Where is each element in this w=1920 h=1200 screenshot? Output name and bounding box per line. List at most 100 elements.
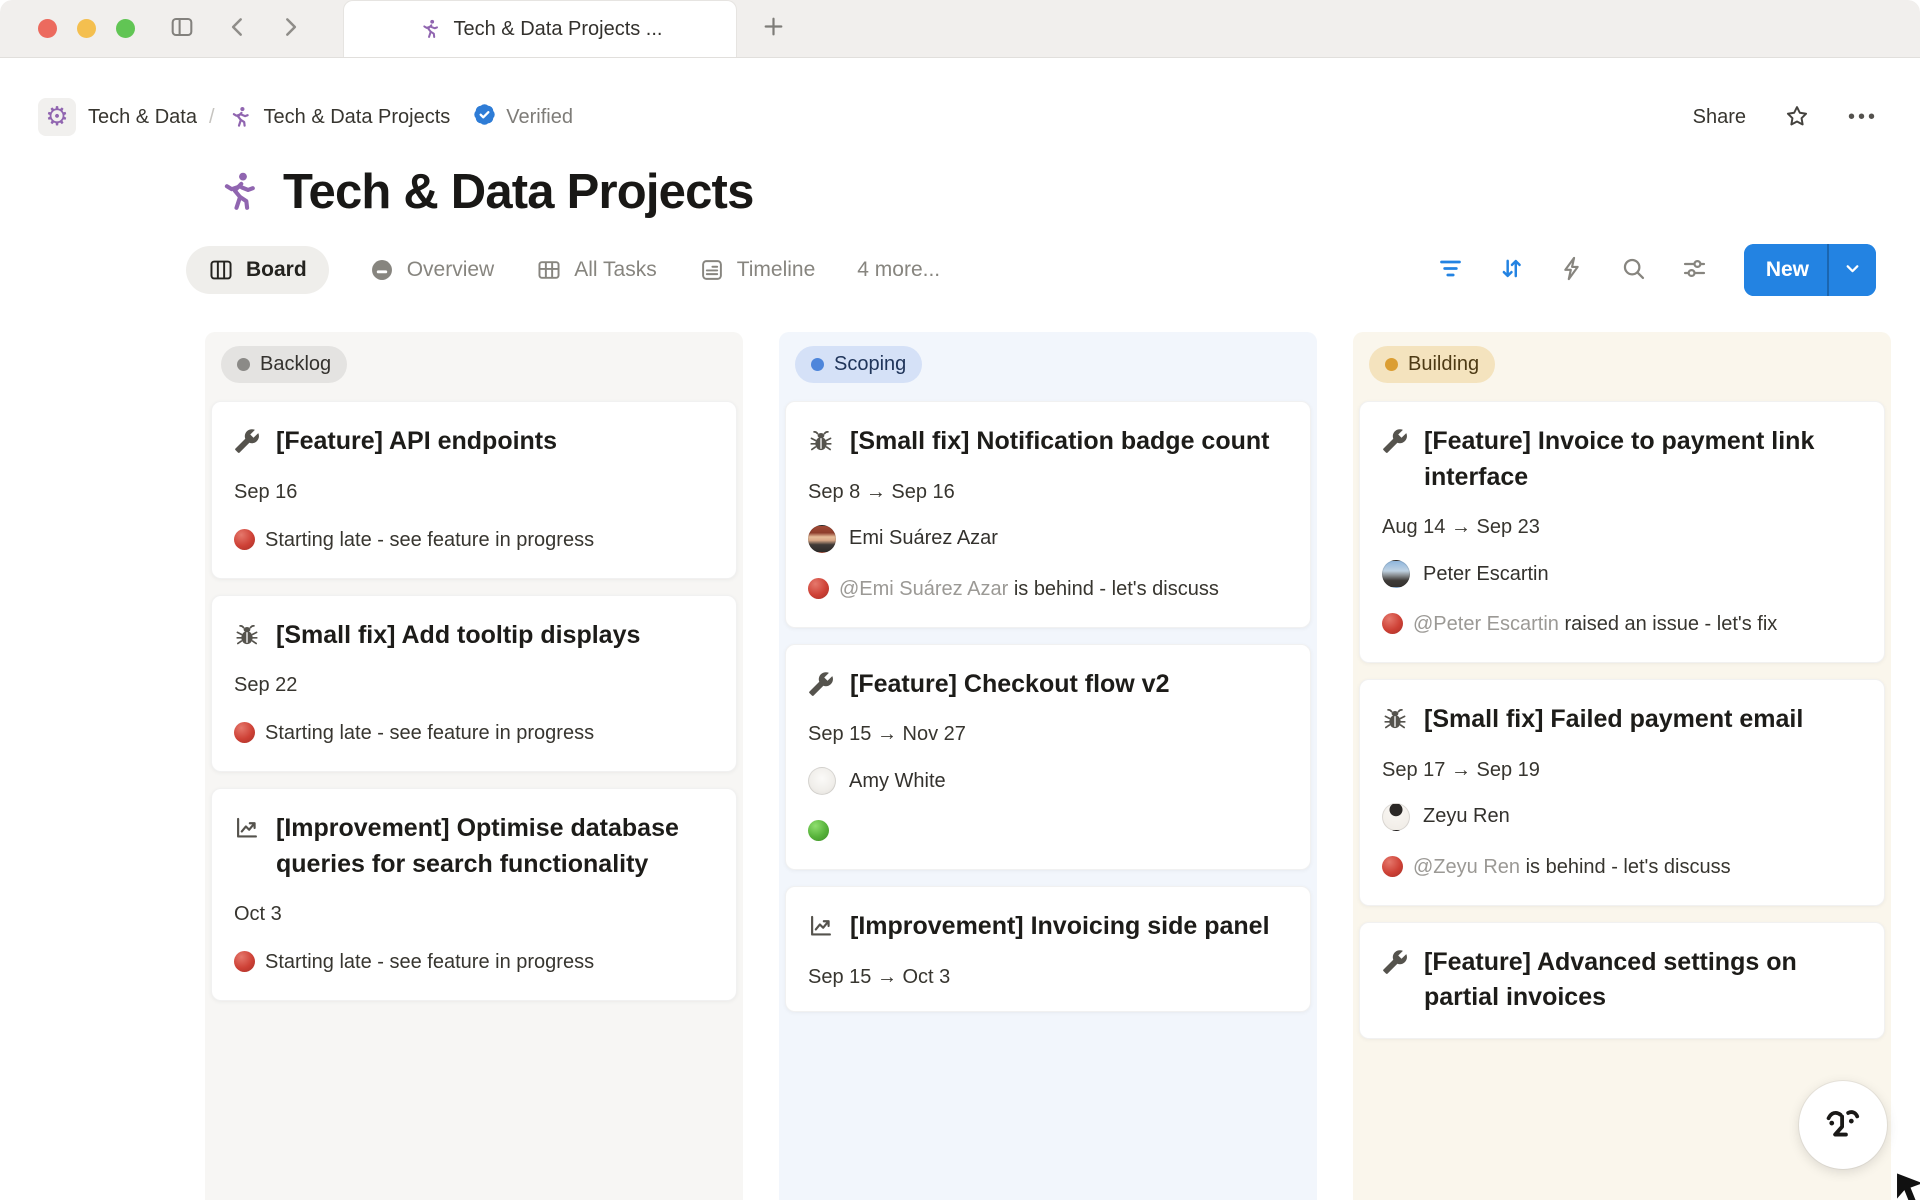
status-dot-icon bbox=[1382, 613, 1403, 634]
top-actions: Share ••• bbox=[1691, 101, 1880, 134]
view-settings-button[interactable] bbox=[1679, 253, 1710, 287]
column-name: Backlog bbox=[260, 353, 331, 376]
view-tab-overview[interactable]: Overview bbox=[367, 246, 497, 294]
status-text: Starting late - see feature in progress bbox=[265, 951, 594, 973]
view-tab-label: All Tasks bbox=[574, 258, 656, 282]
view-tab-all-tasks[interactable]: All Tasks bbox=[534, 246, 658, 294]
browser-tab[interactable]: Tech & Data Projects ... bbox=[343, 0, 737, 57]
avatar bbox=[1382, 803, 1410, 831]
status-dot-icon bbox=[234, 529, 255, 550]
card-assignee: Amy White bbox=[808, 767, 1288, 795]
card-assignee: Zeyu Ren bbox=[1382, 803, 1862, 831]
chevron-down-icon bbox=[1842, 258, 1863, 282]
task-card[interactable]: [Improvement] Invoicing side panel Sep 1… bbox=[785, 886, 1311, 1012]
sort-button[interactable] bbox=[1496, 253, 1527, 287]
gear-icon: ⚙ bbox=[45, 104, 68, 130]
topbar: ⚙ Tech & Data / Tech & Data Projects Ver… bbox=[0, 58, 1920, 136]
sidebar-icon bbox=[169, 14, 195, 43]
sidebar-toggle-button[interactable] bbox=[165, 12, 199, 46]
card-status: @Emi Suárez Azar is behind - let's discu… bbox=[808, 574, 1288, 605]
task-card[interactable]: [Feature] API endpoints Sep 16 Starting … bbox=[211, 401, 737, 579]
card-title: [Feature] Checkout flow v2 bbox=[850, 667, 1170, 703]
verified-badge[interactable]: Verified bbox=[472, 102, 573, 132]
card-status: @Zeyu Ren is behind - let's discuss bbox=[1382, 852, 1862, 883]
column-header-scoping[interactable]: Scoping bbox=[795, 346, 922, 383]
status-text: Starting late - see feature in progress bbox=[265, 529, 594, 551]
card-assignee: Emi Suárez Azar bbox=[808, 525, 1288, 553]
chevron-left-icon bbox=[225, 14, 251, 43]
tab-title: Tech & Data Projects ... bbox=[454, 18, 663, 41]
view-tab-timeline[interactable]: Timeline bbox=[697, 246, 818, 294]
back-button[interactable] bbox=[221, 12, 255, 46]
favorite-button[interactable] bbox=[1782, 101, 1812, 134]
bug-icon bbox=[808, 424, 834, 460]
task-card[interactable]: [Small fix] Notification badge count Sep… bbox=[785, 401, 1311, 628]
card-date: Sep 22 bbox=[234, 674, 714, 697]
new-dropdown-button[interactable] bbox=[1829, 244, 1876, 296]
plus-icon bbox=[761, 14, 786, 42]
new-tab-button[interactable] bbox=[756, 11, 790, 45]
avatar bbox=[1382, 560, 1410, 588]
task-card[interactable]: [Feature] Invoice to payment link interf… bbox=[1359, 401, 1885, 663]
card-title: [Improvement] Optimise database queries … bbox=[276, 811, 714, 882]
share-button[interactable]: Share bbox=[1691, 102, 1748, 133]
runner-icon bbox=[227, 105, 252, 130]
verified-seal-icon bbox=[472, 102, 497, 132]
overview-icon bbox=[369, 257, 395, 283]
board-icon bbox=[208, 257, 234, 283]
notion-ai-button[interactable] bbox=[1799, 1081, 1887, 1169]
assignee-name: Peter Escartin bbox=[1423, 563, 1549, 586]
column-header-backlog[interactable]: Backlog bbox=[221, 346, 347, 383]
task-card[interactable]: [Small fix] Add tooltip displays Sep 22 … bbox=[211, 595, 737, 773]
breadcrumb-page[interactable]: Tech & Data Projects bbox=[227, 105, 451, 130]
close-button[interactable] bbox=[38, 19, 57, 38]
view-tab-board[interactable]: Board bbox=[186, 246, 329, 294]
chevron-right-icon bbox=[277, 14, 303, 43]
more-button[interactable]: ••• bbox=[1846, 104, 1880, 131]
minimize-button[interactable] bbox=[77, 19, 96, 38]
card-assignee: Peter Escartin bbox=[1382, 560, 1862, 588]
task-card[interactable]: [Improvement] Optimise database queries … bbox=[211, 788, 737, 1001]
bug-icon bbox=[234, 618, 260, 654]
new-button[interactable]: New bbox=[1744, 244, 1827, 296]
bug-icon bbox=[1382, 702, 1408, 738]
board-column-backlog: Backlog [Feature] API endpoints Sep 16 S… bbox=[205, 332, 743, 1200]
status-text: is behind - let's discuss bbox=[1014, 578, 1219, 600]
status-text: raised an issue - let's fix bbox=[1564, 613, 1777, 635]
breadcrumb-separator: / bbox=[209, 106, 215, 129]
task-card[interactable]: [Small fix] Failed payment email Sep 17 … bbox=[1359, 679, 1885, 906]
task-card[interactable]: [Feature] Checkout flow v2 Sep 15 → Nov … bbox=[785, 644, 1311, 871]
card-title: [Small fix] Notification badge count bbox=[850, 424, 1269, 460]
breadcrumb: ⚙ Tech & Data / Tech & Data Projects Ver… bbox=[38, 98, 573, 136]
board-column-scoping: Scoping [Small fix] Notification badge c… bbox=[779, 332, 1317, 1200]
page-title: Tech & Data Projects bbox=[283, 164, 754, 220]
status-text: Starting late - see feature in progress bbox=[265, 722, 594, 744]
traffic-lights bbox=[0, 19, 135, 38]
view-toolbar: New bbox=[1435, 244, 1876, 296]
wrench-icon bbox=[234, 424, 260, 460]
lightning-icon bbox=[1559, 255, 1586, 285]
wrench-icon bbox=[808, 667, 834, 703]
view-tabs: Board Overview All Tasks Timeline 4 more... bbox=[186, 246, 942, 294]
view-tab-label: 4 more... bbox=[857, 258, 940, 282]
chart-icon bbox=[234, 811, 260, 882]
search-button[interactable] bbox=[1618, 253, 1649, 287]
task-card[interactable]: [Feature] Advanced settings on partial i… bbox=[1359, 922, 1885, 1039]
forward-button[interactable] bbox=[273, 12, 307, 46]
status-dot-icon bbox=[1385, 358, 1398, 371]
avatar bbox=[808, 525, 836, 553]
zoom-button[interactable] bbox=[116, 19, 135, 38]
column-header-building[interactable]: Building bbox=[1369, 346, 1495, 383]
filter-button[interactable] bbox=[1435, 253, 1466, 287]
sliders-icon bbox=[1681, 255, 1708, 285]
assignee-name: Emi Suárez Azar bbox=[849, 527, 998, 550]
card-date: Sep 17 → Sep 19 bbox=[1382, 759, 1862, 782]
search-icon bbox=[1620, 255, 1647, 285]
board-column-building: Building [Feature] Invoice to payment li… bbox=[1353, 332, 1891, 1200]
automations-button[interactable] bbox=[1557, 253, 1588, 287]
card-status bbox=[808, 816, 1288, 847]
view-tab-label: Board bbox=[246, 258, 307, 282]
breadcrumb-workspace[interactable]: ⚙ Tech & Data bbox=[38, 98, 197, 136]
page-icon-runner bbox=[214, 169, 261, 216]
view-tab-more[interactable]: 4 more... bbox=[855, 247, 942, 293]
